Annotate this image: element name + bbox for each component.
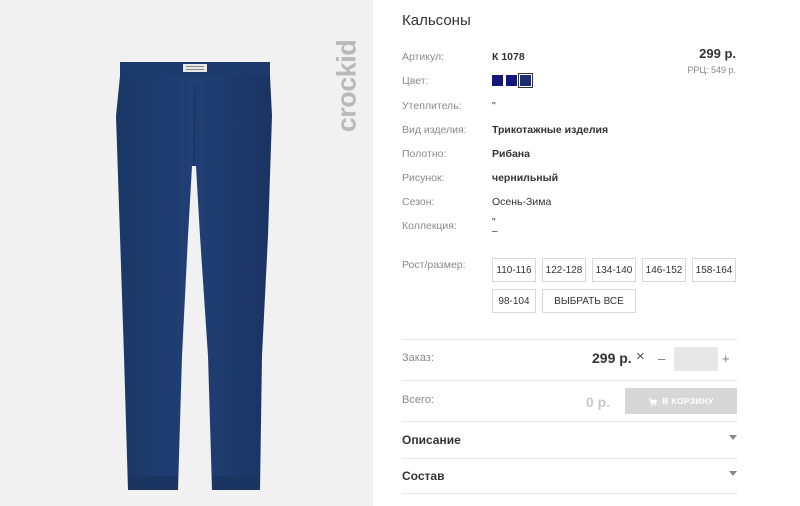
sizes-label: Рост/размер: [402,259,466,271]
order-label: Заказ: [402,352,434,364]
chevron-down-icon [729,435,737,440]
divider [402,458,737,459]
color-swatch[interactable] [492,75,503,86]
spec-value: К 1078 [492,51,525,63]
size-option[interactable]: 146-152 [642,258,686,282]
product-title: Кальсоны [402,12,471,29]
cart-icon [649,397,658,406]
remove-icon[interactable]: × [636,348,645,365]
qty-decrement-button[interactable]: – [658,351,665,366]
spec-value: Осень-Зима [492,196,552,208]
size-option[interactable]: 110-116 [492,258,536,282]
spec-value: Трикотажные изделия [492,124,609,136]
spec-collection-value: " – [492,217,498,237]
product-image [116,62,272,490]
spec-value: чернильный [492,172,559,184]
size-option[interactable]: 98-104 [492,289,536,313]
spec-label: Рисунок: [402,172,445,184]
divider [402,493,737,494]
color-swatch-selected[interactable] [518,73,533,88]
product-rrp: РРЦ: 549 р. [687,65,736,75]
divider [402,380,737,381]
brand-logo: crockid [332,16,362,156]
spec-label: Артикул: [402,51,445,63]
spec-label: Утеплитель: [402,100,462,112]
spec-label: Вид изделия: [402,124,467,136]
product-price: 299 р. [699,46,736,61]
chevron-down-icon [729,471,737,476]
divider [402,421,737,422]
color-swatch[interactable] [506,75,517,86]
size-option[interactable]: 158-164 [692,258,736,282]
size-option[interactable]: 122-128 [542,258,586,282]
total-label: Всего: [402,394,434,406]
accordion-description[interactable]: Описание [402,433,737,453]
quantity-input[interactable] [674,347,718,371]
product-image-panel: crockid [0,0,373,506]
qty-increment-button[interactable]: + [722,351,730,366]
accordion-title: Состав [402,469,445,483]
spec-label: Цвет: [402,75,429,87]
select-all-sizes-button[interactable]: ВЫБРАТЬ ВСЕ [542,289,636,313]
spec-label: Полотно: [402,148,447,160]
accordion-composition[interactable]: Состав [402,469,737,489]
brand-logo-text: crockid [331,39,362,133]
add-to-cart-button[interactable]: В КОРЗИНУ [625,388,737,414]
color-swatches [492,73,533,88]
spec-label: Сезон: [402,196,435,208]
divider [402,339,737,340]
size-option[interactable]: 134-140 [592,258,636,282]
total-value: 0 р. [586,394,611,410]
spec-value: Рибана [492,148,530,160]
add-to-cart-label: В КОРЗИНУ [662,396,714,406]
accordion-title: Описание [402,433,461,447]
order-price: 299 р. [592,350,632,366]
spec-value: " [492,100,496,112]
spec-label: Коллекция: [402,220,457,232]
